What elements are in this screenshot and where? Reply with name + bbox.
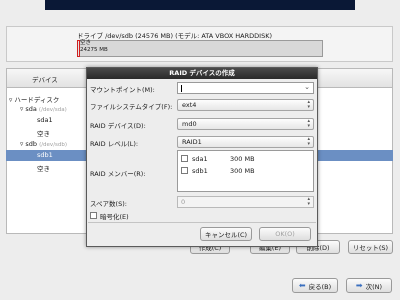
tree-item-path: (/dev/sda) [38, 107, 67, 113]
mount-point-input[interactable]: ⌄ [177, 82, 314, 94]
member-checkbox-sdb1[interactable] [181, 167, 188, 174]
updown-arrows-icon: ▴ ▾ [307, 118, 310, 129]
back-label: 戻る(B) [308, 282, 332, 291]
free-label-text: 空き [80, 40, 92, 46]
raid-level-select[interactable]: RAID1 ▴ ▾ [177, 136, 314, 148]
chevron-down-icon[interactable]: ⌄ [304, 83, 310, 91]
spare-count-label: スペア数(S): [90, 200, 127, 208]
raid-level-label: RAID レベル(L): [90, 140, 139, 148]
drive-usage-bar [77, 40, 323, 57]
reset-button[interactable]: リセット(S) [348, 240, 393, 254]
cancel-button[interactable]: キャンセル(C) [200, 227, 252, 241]
back-arrow-icon: ⬅ [298, 281, 306, 290]
member-name: sdb1 [192, 167, 208, 175]
updown-arrows-icon: ▴ ▾ [307, 136, 310, 147]
dialog-title: RAID デバイスの作成 [87, 68, 317, 79]
member-name: sda1 [192, 155, 208, 163]
free-space-label: 空き 24275 MB [80, 40, 108, 54]
tree-item-label: ハードディスク [14, 96, 60, 104]
encrypt-label: 暗号化(E) [100, 213, 129, 221]
spin-arrows-icon[interactable]: ▴ ▾ [307, 197, 310, 207]
raid-device-select[interactable]: md0 ▴ ▾ [177, 118, 314, 130]
reset-label: リセット(S) [352, 244, 389, 252]
dialog-separator [88, 222, 316, 223]
member-size: 300 MB [230, 155, 255, 163]
expand-triangle-icon[interactable]: ▿ [20, 105, 23, 113]
raid-members-label: RAID メンバー(R): [90, 170, 146, 178]
ok-button[interactable]: OK(O) [259, 227, 311, 241]
updown-arrows-icon: ▴ ▾ [307, 99, 310, 110]
drive-title: ドライブ /dev/sdb (24576 MB) (モデル: ATA VBOX … [77, 32, 272, 40]
next-label: 次(N) [365, 282, 383, 291]
member-checkbox-sda1[interactable] [181, 155, 188, 162]
next-arrow-icon: ➡ [355, 281, 363, 290]
member-size: 300 MB [230, 167, 255, 175]
fs-type-select[interactable]: ext4 ▴ ▾ [177, 99, 314, 111]
free-size-text: 24275 MB [80, 47, 108, 53]
tree-item-label: sdb [25, 140, 37, 148]
tree-item-harddisk[interactable]: ▿ ハードディスク [9, 94, 59, 104]
expand-triangle-icon[interactable]: ▿ [20, 140, 23, 148]
next-button[interactable]: ➡ 次(N) [346, 278, 392, 293]
tree-item-sdb-free[interactable]: 空き [37, 163, 50, 173]
raid-device-value: md0 [182, 120, 197, 128]
raid-level-value: RAID1 [182, 138, 202, 146]
back-button[interactable]: ⬅ 戻る(B) [292, 278, 338, 293]
tree-item-sdb[interactable]: ▿ sdb (/dev/sdb) [20, 140, 67, 148]
raid-device-label: RAID デバイス(D): [90, 122, 146, 130]
spare-count-value: 0 [181, 198, 186, 206]
tree-item-sda1[interactable]: sda1 [37, 116, 53, 124]
tree-item-sdb1[interactable]: sdb1 [37, 151, 53, 159]
tree-item-label: sda [25, 105, 37, 113]
tree-item-sda[interactable]: ▿ sda (/dev/sda) [20, 105, 67, 113]
ok-label: OK(O) [275, 230, 295, 238]
tree-item-sda-free[interactable]: 空き [37, 128, 50, 138]
fs-type-label: ファイルシステムタイプ(F): [90, 103, 173, 111]
fs-type-value: ext4 [182, 101, 197, 109]
expand-triangle-icon[interactable]: ▿ [9, 96, 12, 104]
tree-item-path: (/dev/sdb) [39, 142, 68, 148]
encrypt-checkbox[interactable] [90, 212, 97, 219]
cancel-label: キャンセル(C) [204, 231, 248, 239]
mount-point-label: マウントポイント(M): [90, 86, 155, 94]
header-banner [45, 0, 355, 10]
text-cursor [181, 85, 182, 92]
column-header-device[interactable]: デバイス [32, 74, 58, 84]
spare-count-spinner[interactable]: 0 ▴ ▾ [177, 196, 314, 208]
